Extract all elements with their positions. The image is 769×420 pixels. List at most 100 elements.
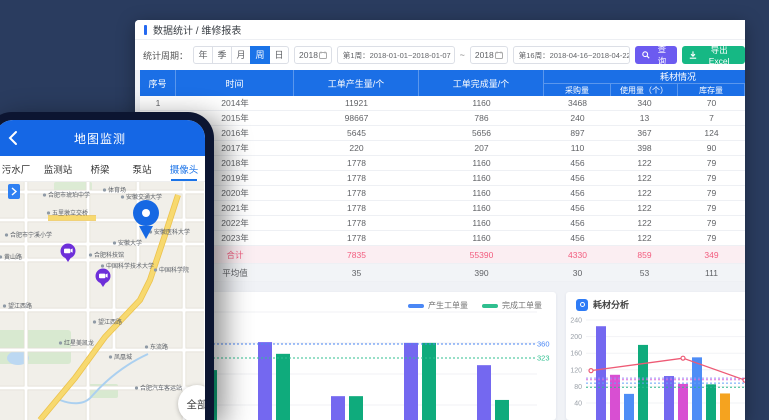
cell: 5645: [294, 126, 419, 140]
consumable-bar-g1-1[interactable]: [678, 384, 688, 420]
map-canvas: 体育场合肥市琥珀中学安徽交通大学五里墩立交桥安徽医科大学合肥市宁溪小学安徽大学黄…: [0, 182, 205, 420]
year-end-select[interactable]: 2018: [470, 46, 508, 64]
phone-screen: 地图监测 污水厂监测站桥梁泵站摄像头: [0, 120, 205, 420]
breadcrumb: 数据统计 / 维修报表: [153, 22, 241, 37]
cell: 70: [678, 96, 745, 110]
poi-dot: [135, 386, 138, 389]
phone-tab-1[interactable]: 监测站: [37, 156, 79, 181]
map-label-10: 中国科学院: [159, 266, 189, 274]
bar-generated-1[interactable]: [258, 342, 272, 420]
trend-point-1[interactable]: [681, 356, 685, 360]
cell: 79: [678, 171, 745, 185]
map-label-8: 合肥科技馆: [94, 251, 124, 259]
table-row: 12014年119211160346834070250: [140, 96, 745, 111]
period-button-4[interactable]: 日: [269, 46, 289, 64]
phone-header: 地图监测: [0, 120, 205, 156]
range-start-field[interactable]: 第1周：2018-01-01~2018-01-07: [337, 46, 455, 64]
cell: 1778: [294, 186, 419, 200]
table-header: 序号 时间 工单产生量/个 工单完成量/个 耗材情况 采购量使用量（个）库存量金…: [140, 70, 745, 96]
cell: 367: [611, 126, 678, 140]
show-all-button[interactable]: 全部: [178, 385, 205, 420]
cell: 786: [419, 111, 544, 125]
cell: 220: [294, 141, 419, 155]
map-label-3: 五里墩立交桥: [52, 209, 88, 217]
sub-header-2: 库存量: [678, 84, 745, 96]
col-header-completed: 工单完成量/个: [419, 70, 544, 96]
cell: 13: [611, 111, 678, 125]
period-button-3[interactable]: 周: [250, 46, 270, 64]
poi-dot: [89, 253, 92, 256]
cell: 5656: [419, 126, 544, 140]
average-row: 平均值35390305311114: [140, 264, 745, 282]
cell: 35: [294, 264, 419, 281]
range-end-field[interactable]: 第16周：2018-04-16~2018-04-22: [513, 46, 631, 64]
cell: 1778: [294, 201, 419, 215]
search-icon: [642, 51, 650, 59]
consumable-bar-g0-3[interactable]: [638, 345, 648, 420]
bar-completed-2[interactable]: [349, 396, 363, 420]
col-header-index: 序号: [140, 70, 176, 96]
consumable-bar-g0-0[interactable]: [596, 326, 606, 420]
bar-completed-1[interactable]: [276, 354, 290, 420]
phone-tab-bar: 污水厂监测站桥梁泵站摄像头: [0, 156, 205, 182]
table-row: 92022年177811604561227967: [140, 216, 745, 231]
cell: 1160: [419, 201, 544, 215]
consumable-bar-g1-4[interactable]: [720, 393, 730, 420]
y-axis-tick: 40: [574, 401, 582, 408]
phone-tab-2[interactable]: 桥梁: [79, 156, 121, 181]
cell: 79: [678, 216, 745, 230]
bar-generated-2[interactable]: [331, 396, 345, 420]
phone-tab-4[interactable]: 摄像头: [163, 156, 205, 181]
bar-completed-4[interactable]: [495, 400, 509, 420]
cell: 1: [140, 96, 176, 110]
cell: 2014年: [176, 96, 294, 110]
map-label-7: 黄山路: [4, 253, 22, 261]
bar-generated-3[interactable]: [404, 343, 418, 420]
consumable-bar-g1-0[interactable]: [664, 376, 674, 420]
consumable-bar-g1-2[interactable]: [692, 357, 702, 420]
period-label: 统计周期：: [143, 49, 188, 62]
map-label-4: 安徽医科大学: [154, 228, 190, 236]
map-expand-button[interactable]: [8, 184, 20, 199]
poi-dot: [121, 195, 124, 198]
consumable-bar-g0-1[interactable]: [610, 375, 620, 420]
consumables-chart: 2402001601208040: [566, 292, 745, 420]
cell: 122: [611, 171, 678, 185]
cell: 30: [544, 264, 611, 281]
trend-point-2[interactable]: [743, 378, 745, 382]
cell: 1778: [294, 156, 419, 170]
query-button[interactable]: 查询: [635, 46, 677, 64]
map-label-6: 安徽大学: [118, 239, 142, 247]
sub-header-0: 采购量: [544, 84, 611, 96]
poi-dot: [59, 341, 62, 344]
year-start-select[interactable]: 2018: [294, 46, 332, 64]
export-excel-button[interactable]: 导出Excel: [682, 46, 745, 64]
cell: 456: [544, 201, 611, 215]
filter-bar: 统计周期： 年季月周日 2018 第1周：2018-01-01~2018-01-…: [135, 40, 745, 70]
cell: 4330: [544, 246, 611, 263]
bar-generated-4[interactable]: [477, 365, 491, 420]
period-button-1[interactable]: 季: [212, 46, 232, 64]
period-button-2[interactable]: 月: [231, 46, 251, 64]
period-button-0[interactable]: 年: [193, 46, 213, 64]
trend-point-0[interactable]: [589, 369, 593, 373]
table-row: 82021年177811604561227967: [140, 201, 745, 216]
cell: 7: [678, 111, 745, 125]
phone-tab-3[interactable]: 泵站: [121, 156, 163, 181]
cell: 111: [678, 264, 745, 281]
poi-dot: [93, 320, 96, 323]
bar-completed-3[interactable]: [422, 343, 436, 420]
cell: 398: [611, 141, 678, 155]
back-chevron-icon[interactable]: [5, 129, 23, 147]
table-row: 32016年56455656897367124125: [140, 126, 745, 141]
consumable-bar-g0-2[interactable]: [624, 394, 634, 420]
phone-tab-0[interactable]: 污水厂: [0, 156, 37, 181]
consumable-bar-g1-3[interactable]: [706, 384, 716, 420]
consumables-chart-card: 耗材分析 2402001601208040: [566, 292, 745, 420]
cell: 79: [678, 201, 745, 215]
map-view[interactable]: 体育场合肥市琥珀中学安徽交通大学五里墩立交桥安徽医科大学合肥市宁溪小学安徽大学黄…: [0, 182, 205, 420]
poi-dot: [47, 211, 50, 214]
cell: 1160: [419, 156, 544, 170]
poi-dot: [101, 264, 104, 267]
cell: 1778: [294, 231, 419, 245]
